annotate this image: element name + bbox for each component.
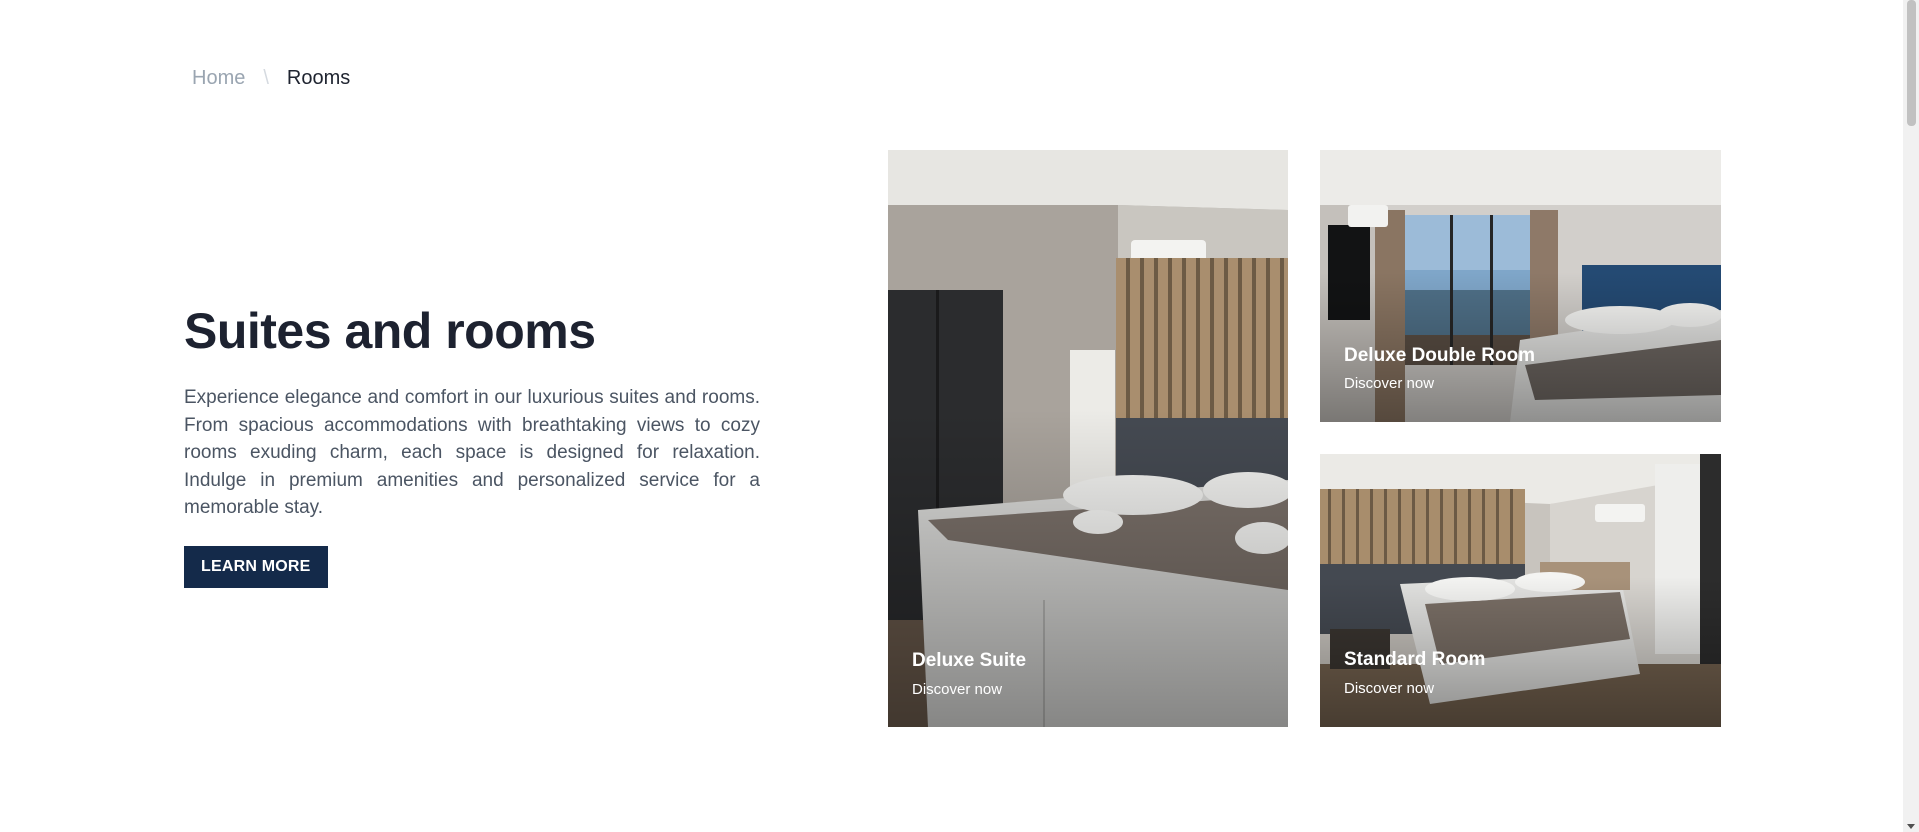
room-card-deluxe-double-room[interactable]: Deluxe Double Room Discover now (1320, 150, 1721, 422)
room-card-title: Deluxe Suite (912, 650, 1027, 671)
discover-now-link[interactable]: Discover now (912, 681, 1002, 698)
breadcrumb-separator: \ (263, 67, 269, 89)
scrollbar-thumb[interactable] (1907, 0, 1916, 126)
learn-more-button[interactable]: LEARN MORE (184, 545, 328, 588)
scroll-down-arrow-icon[interactable] (1907, 824, 1915, 829)
room-card-standard-room[interactable]: Standard Room Discover now (1320, 454, 1721, 727)
intro-description: Experience elegance and comfort in our l… (184, 387, 760, 518)
room-card-title: Deluxe Double Room (1344, 345, 1536, 366)
room-card-deluxe-suite[interactable]: Deluxe Suite Discover now (888, 150, 1288, 727)
breadcrumb-current: Rooms (286, 67, 351, 89)
page-title: Suites and rooms (184, 303, 596, 359)
discover-now-link[interactable]: Discover now (1344, 680, 1434, 697)
room-card-title: Standard Room (1344, 649, 1486, 670)
vertical-scrollbar[interactable] (1903, 0, 1919, 832)
breadcrumb-home-link[interactable]: Home (192, 67, 245, 90)
intro-section: Suites and rooms Experience elegance and… (184, 300, 760, 588)
breadcrumb: Home \ Rooms (192, 67, 350, 90)
discover-now-link[interactable]: Discover now (1344, 375, 1434, 392)
